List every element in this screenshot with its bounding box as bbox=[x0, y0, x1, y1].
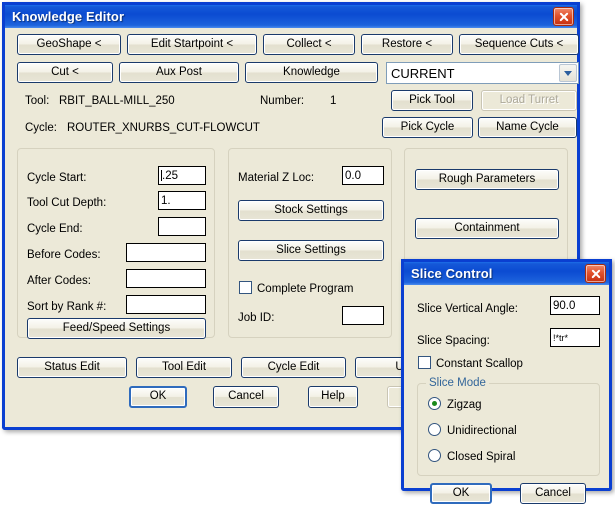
close-icon[interactable] bbox=[585, 264, 606, 283]
pick-cycle-button[interactable]: Pick Cycle bbox=[382, 117, 473, 138]
collect-button[interactable]: Collect < bbox=[263, 34, 355, 55]
load-turret-button: Load Turret bbox=[481, 90, 577, 111]
job-id-input[interactable] bbox=[342, 306, 384, 325]
cycle-end-label: Cycle End: bbox=[27, 223, 83, 235]
restore-button[interactable]: Restore < bbox=[361, 34, 453, 55]
material-z-loc-label: Material Z Loc: bbox=[238, 172, 315, 184]
slice-settings-button[interactable]: Slice Settings bbox=[238, 240, 384, 261]
cycle-start-value: .25 bbox=[162, 169, 178, 182]
aux-post-button[interactable]: Aux Post bbox=[119, 62, 239, 83]
constant-scallop-label: Constant Scallop bbox=[436, 358, 523, 370]
radio-zigzag-label: Zigzag bbox=[447, 399, 482, 411]
knowledge-button[interactable]: Knowledge bbox=[245, 62, 378, 83]
slice-spacing-input[interactable]: !*tr* bbox=[550, 328, 600, 347]
radio-unidirectional[interactable] bbox=[428, 423, 441, 436]
edit-startpoint-button[interactable]: Edit Startpoint < bbox=[127, 34, 257, 55]
slice-vertical-angle-label: Slice Vertical Angle: bbox=[417, 303, 519, 315]
tool-cut-depth-label: Tool Cut Depth: bbox=[27, 197, 107, 209]
tool-label: Tool: bbox=[25, 95, 50, 107]
slice-control-dialog: Slice Control Slice Vertical Angle: 90.0… bbox=[401, 259, 612, 504]
constant-scallop-checkbox[interactable] bbox=[418, 356, 431, 369]
slice-ok-button[interactable]: OK bbox=[430, 483, 492, 504]
cycle-value: ROUTER_XNURBS_CUT-FLOWCUT bbox=[67, 122, 260, 134]
cycle-end-input[interactable] bbox=[158, 217, 206, 236]
rough-parameters-button[interactable]: Rough Parameters bbox=[415, 169, 559, 190]
cycle-edit-button[interactable]: Cycle Edit bbox=[241, 357, 346, 378]
radio-closed-spiral[interactable] bbox=[428, 449, 441, 462]
containment-button[interactable]: Containment bbox=[415, 218, 559, 239]
knowledge-editor-titlebar[interactable]: Knowledge Editor bbox=[2, 2, 580, 28]
slice-spacing-label: Slice Spacing: bbox=[417, 335, 490, 347]
name-cycle-button[interactable]: Name Cycle bbox=[478, 117, 577, 138]
tool-cut-depth-input[interactable]: 1. bbox=[158, 191, 206, 210]
screen: Knowledge Editor GeoShape < Edit Startpo… bbox=[0, 0, 615, 524]
knowledge-select[interactable]: CURRENT bbox=[386, 62, 579, 84]
feed-speed-settings-button[interactable]: Feed/Speed Settings bbox=[27, 318, 206, 339]
status-edit-button[interactable]: Status Edit bbox=[17, 357, 127, 378]
slice-cancel-button[interactable]: Cancel bbox=[520, 483, 586, 504]
help-button[interactable]: Help bbox=[308, 386, 358, 408]
radio-closed-spiral-label: Closed Spiral bbox=[447, 451, 516, 463]
before-codes-label: Before Codes: bbox=[27, 249, 101, 261]
ok-button[interactable]: OK bbox=[129, 386, 187, 408]
job-id-label: Job ID: bbox=[238, 312, 275, 324]
slice-control-client: Slice Vertical Angle: 90.0 Slice Spacing… bbox=[404, 285, 609, 514]
sequence-cuts-button[interactable]: Sequence Cuts < bbox=[459, 34, 579, 55]
sort-by-rank-input[interactable] bbox=[126, 295, 206, 314]
radio-unidirectional-label: Unidirectional bbox=[447, 425, 517, 437]
tool-edit-button[interactable]: Tool Edit bbox=[136, 357, 232, 378]
slice-control-titlebar[interactable]: Slice Control bbox=[401, 259, 612, 285]
geoshape-button[interactable]: GeoShape < bbox=[17, 34, 121, 55]
slice-vertical-angle-input[interactable]: 90.0 bbox=[550, 296, 600, 315]
stock-settings-button[interactable]: Stock Settings bbox=[238, 200, 384, 221]
radio-zigzag[interactable] bbox=[428, 397, 441, 410]
complete-program-checkbox[interactable] bbox=[239, 281, 252, 294]
knowledge-select-value: CURRENT bbox=[391, 65, 455, 81]
number-label: Number: bbox=[260, 95, 305, 107]
cycle-start-label: Cycle Start: bbox=[27, 172, 87, 184]
number-value: 1 bbox=[330, 95, 337, 107]
pick-tool-button[interactable]: Pick Tool bbox=[391, 90, 473, 111]
close-icon[interactable] bbox=[553, 7, 574, 26]
slice-mode-title: Slice Mode bbox=[426, 377, 489, 389]
after-codes-input[interactable] bbox=[126, 269, 206, 288]
tool-value: RBIT_BALL-MILL_250 bbox=[59, 95, 175, 107]
after-codes-label: After Codes: bbox=[27, 275, 91, 287]
cut-button[interactable]: Cut < bbox=[17, 62, 113, 83]
material-z-loc-input[interactable]: 0.0 bbox=[342, 166, 384, 185]
sort-by-rank-label: Sort by Rank #: bbox=[27, 301, 107, 313]
chevron-down-icon[interactable] bbox=[559, 64, 577, 82]
cancel-button[interactable]: Cancel bbox=[213, 386, 279, 408]
cycle-label: Cycle: bbox=[25, 122, 57, 134]
complete-program-label: Complete Program bbox=[257, 283, 354, 295]
slice-control-title: Slice Control bbox=[411, 266, 493, 281]
cycle-start-input[interactable]: .25 bbox=[158, 166, 206, 185]
knowledge-editor-title: Knowledge Editor bbox=[12, 9, 125, 24]
before-codes-input[interactable] bbox=[126, 243, 206, 262]
